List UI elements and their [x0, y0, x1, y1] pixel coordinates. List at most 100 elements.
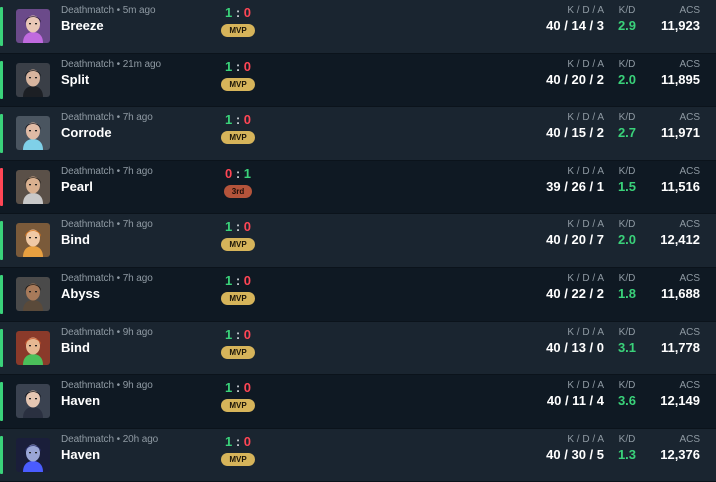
match-time: 7h ago: [122, 219, 153, 231]
match-time: 7h ago: [122, 112, 153, 124]
kd-stat-label: K/D: [618, 112, 636, 124]
kda-stat: K / D / A 40 / 15 / 2: [546, 112, 604, 140]
agent-portrait-icon: [16, 437, 50, 472]
kda-stat: K / D / A 40 / 13 / 0: [546, 327, 604, 355]
agent-avatar: [16, 437, 50, 472]
match-mode-time: Deathmatch • 9h ago: [61, 327, 153, 338]
agent-portrait-icon: [16, 9, 50, 43]
result-indicator: [0, 328, 3, 368]
kd-stat-value: 2.0: [617, 232, 637, 248]
match-info: Deathmatch • 21m ago Split: [61, 59, 161, 87]
match-mode-time: Deathmatch • 7h ago: [61, 273, 153, 284]
agent-avatar: [16, 169, 50, 204]
acs-stat: ACS 12,412: [660, 219, 700, 247]
match-info: Deathmatch • 7h ago Bind: [61, 219, 153, 247]
map-name: Haven: [61, 393, 101, 409]
kd-stat-value: 2.7: [617, 125, 637, 141]
match-row[interactable]: Deathmatch • 20h ago Haven 1 : 0 MVP K / D /…: [0, 428, 716, 482]
match-score: 1 : 0: [206, 59, 270, 74]
match-row[interactable]: Deathmatch • 9h ago Haven 1 : 0 MVP K / D / …: [0, 375, 716, 429]
acs-stat: ACS 11,516: [661, 166, 700, 194]
match-info: Deathmatch • 9h ago Haven: [61, 380, 153, 408]
acs-stat-value: 12,412: [660, 232, 700, 248]
mvp-badge: MVP: [221, 345, 255, 359]
score-separator: :: [232, 165, 244, 181]
kda-stat-label: K / D / A: [567, 58, 604, 70]
kd-stat-value: 2.9: [617, 18, 637, 33]
map-name: Abyss: [61, 286, 101, 301]
game-mode: Deathmatch: [61, 219, 114, 231]
map-name: Pearl: [61, 178, 93, 194]
game-mode: Deathmatch: [61, 433, 114, 445]
badge-wrap: MVP: [206, 127, 270, 145]
acs-stat-value: 11,516: [660, 178, 700, 194]
agent-portrait-icon: [16, 62, 50, 97]
kd-stat: K/D 2.7: [607, 112, 647, 140]
match-mode-time: Deathmatch • 7h ago: [61, 112, 153, 123]
kd-stat: K/D 3.6: [607, 380, 647, 408]
acs-stat-label: ACS: [679, 165, 700, 177]
score-block: 1 : 0 MVP: [206, 5, 270, 38]
kda-stat: K / D / A 40 / 20 / 7: [546, 219, 604, 247]
agent-avatar: [16, 9, 50, 43]
kda-stat-value: 40 / 20 / 7: [546, 232, 604, 248]
kd-stat-label: K/D: [618, 433, 636, 445]
match-score: 0 : 1: [206, 166, 270, 181]
match-row[interactable]: Deathmatch • 7h ago Corrode 1 : 0 MVP K / D …: [0, 107, 716, 161]
match-time: 9h ago: [122, 326, 153, 338]
score-separator: :: [232, 219, 244, 235]
score-separator: :: [232, 380, 244, 396]
placement-badge: 3rd: [223, 184, 253, 198]
match-row[interactable]: Deathmatch • 7h ago Pearl 0 : 1 3rd K / D / …: [0, 160, 716, 215]
kda-stat-value: 40 / 15 / 2: [546, 125, 604, 141]
acs-stat-label: ACS: [679, 58, 700, 70]
match-mode-time: Deathmatch • 7h ago: [61, 219, 153, 230]
separator-dot: •: [113, 58, 123, 70]
score-opponent: 0: [243, 5, 252, 20]
agent-portrait-icon: [16, 330, 50, 365]
kda-stat-label: K / D / A: [567, 433, 604, 445]
match-info: Deathmatch • 7h ago Abyss: [61, 273, 153, 301]
match-row[interactable]: Deathmatch • 5m ago Breeze 1 : 0 MVP K / D /…: [0, 0, 716, 54]
agent-portrait-icon: [16, 169, 50, 204]
match-info: Deathmatch • 9h ago Bind: [61, 327, 153, 355]
score-separator: :: [232, 326, 244, 342]
kda-stat: K / D / A 40 / 22 / 2: [546, 273, 604, 301]
score-separator: :: [232, 273, 244, 288]
result-indicator: [0, 221, 3, 260]
result-indicator: [0, 275, 3, 314]
game-mode: Deathmatch: [61, 273, 114, 284]
kda-stat-value: 40 / 30 / 5: [546, 446, 604, 462]
result-indicator: [0, 435, 3, 475]
result-indicator: [0, 114, 3, 153]
acs-stat-label: ACS: [679, 5, 700, 16]
kd-stat-label: K/D: [618, 219, 636, 231]
kd-stat-value: 3.1: [617, 339, 637, 355]
agent-portrait-icon: [16, 384, 50, 419]
acs-stat-value: 12,149: [660, 393, 700, 409]
kd-stat-value: 1.5: [617, 178, 637, 194]
match-row[interactable]: Deathmatch • 9h ago Bind 1 : 0 MVP K / D / A…: [0, 321, 716, 376]
agent-avatar: [16, 277, 50, 311]
kda-stat: K / D / A 40 / 11 / 4: [547, 380, 604, 408]
acs-stat: ACS 11,971: [661, 112, 700, 140]
acs-stat-value: 12,376: [660, 446, 700, 462]
separator-dot: •: [113, 380, 123, 392]
match-row[interactable]: Deathmatch • 7h ago Bind 1 : 0 MVP K / D / A…: [0, 214, 716, 268]
kda-stat: K / D / A 40 / 20 / 2: [546, 59, 604, 87]
acs-stat: ACS 11,778: [661, 327, 700, 355]
match-time: 7h ago: [122, 273, 153, 284]
separator-dot: •: [113, 433, 123, 445]
kda-stat-value: 40 / 22 / 2: [546, 286, 604, 301]
map-name: Split: [61, 71, 90, 87]
match-info: Deathmatch • 7h ago Corrode: [61, 112, 153, 140]
badge-wrap: MVP: [206, 288, 270, 306]
match-score: 1 : 0: [206, 380, 270, 395]
acs-stat-value: 11,895: [660, 71, 700, 87]
separator-dot: •: [113, 112, 123, 124]
match-row[interactable]: Deathmatch • 21m ago Split 1 : 0 MVP K / D /…: [0, 53, 716, 108]
agent-portrait-icon: [16, 116, 50, 151]
match-row[interactable]: Deathmatch • 7h ago Abyss 1 : 0 MVP K / D / …: [0, 268, 716, 322]
acs-stat-label: ACS: [679, 326, 700, 338]
separator-dot: •: [113, 5, 123, 16]
